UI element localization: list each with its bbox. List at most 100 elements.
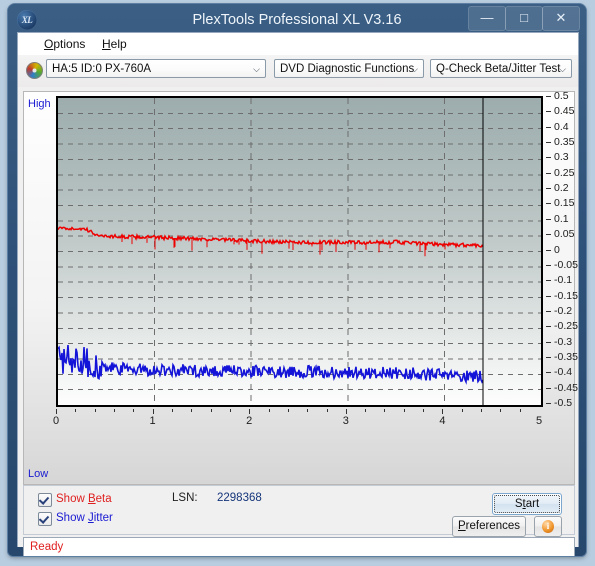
x-tick-mark [519,409,521,412]
y-tick-mark [546,111,551,113]
chevron-down-icon: ⌵ [253,64,260,74]
menu-bar: Options Help [18,33,578,56]
x-tick-label: 0 [52,415,60,427]
x-tick-mark [75,409,77,412]
x-tick-label: 3 [342,415,349,427]
y-tick-label: -0.45 [554,381,578,394]
y-tick-label: 0 [554,243,560,256]
x-axis: 0 1 2 3 4 5 [53,409,556,433]
application-window: XL PlexTools Professional XL V3.16 — □ ✕… [8,4,586,556]
x-tick-mark [114,409,115,412]
x-tick-label: 1 [149,415,156,427]
x-tick-mark [442,409,444,414]
x-tick-mark [133,409,135,412]
maximize-button[interactable]: □ [505,6,543,31]
show-beta-checkbox[interactable] [38,493,52,507]
y-tick-label: 0.15 [554,197,575,210]
y-tick-label: -0.1 [554,274,573,287]
start-button[interactable]: Start [492,493,562,515]
x-tick-mark [210,409,212,412]
y-tick-mark [546,203,551,205]
focus-ring [494,495,560,513]
y-tick-label: -0.4 [554,366,573,379]
y-tick-mark [546,310,551,312]
y-tick-label: 0.35 [554,136,575,149]
x-tick-label: 4 [439,415,446,427]
y-tick-label: -0.25 [554,320,578,333]
x-tick-mark [191,409,193,412]
test-select[interactable]: Q-Check Beta/Jitter Test ⌵ [430,59,572,78]
y-tick-label: -0.5 [554,397,573,409]
x-tick-mark [326,409,328,412]
y-tick-label: 0.2 [554,182,569,195]
y-tick-mark [546,372,551,374]
y-tick-mark [546,280,551,282]
y-tick-mark [546,218,551,220]
status-bar: Ready [23,537,575,556]
function-select[interactable]: DVD Diagnostic Functions ⌵ [274,59,424,78]
y-tick-mark [546,157,551,159]
x-tick-mark [268,409,270,412]
y-tick-label: -0.3 [554,335,573,348]
x-tick-mark [423,409,425,412]
y-tick-label: 0.45 [554,105,575,118]
x-tick-mark [287,409,289,412]
x-tick-mark [345,409,347,414]
x-tick-mark [461,409,463,412]
y-tick-label: 0.25 [554,166,575,179]
x-tick-mark [365,409,367,412]
y-tick-label: 0.3 [554,151,569,164]
chevron-down-icon: ⌵ [559,64,566,74]
y-tick-label: 0.1 [554,212,569,225]
y-tick-mark [546,295,551,297]
close-button[interactable]: ✕ [542,6,580,31]
y-tick-mark [546,341,551,343]
minimize-button[interactable]: — [468,6,506,31]
function-select-value: DVD Diagnostic Functions [280,63,415,75]
x-tick-mark [229,409,231,412]
menu-item-options[interactable]: Options [38,36,91,53]
preferences-button[interactable]: Preferences [452,516,526,537]
y-tick-mark [546,96,551,97]
y-tick-label: 0.4 [554,120,569,133]
x-tick-mark [249,409,251,414]
x-tick-mark [500,409,502,412]
x-tick-label: 5 [535,415,543,427]
status-text: Ready [30,541,64,553]
options-panel: Show Beta Show Jitter LSN: 2298368 Start… [23,485,575,537]
show-jitter-checkbox[interactable] [38,512,52,526]
y-tick-label: -0.35 [554,350,578,363]
client-area: Options Help HA:5 ID:0 PX-760A ⌵ DVD Dia… [17,32,579,556]
lsn-label: LSN: [172,492,198,504]
info-icon: i [542,520,554,533]
drive-select[interactable]: HA:5 ID:0 PX-760A ⌵ [46,59,266,78]
x-tick-label: 2 [246,415,253,427]
y-tick-mark [546,264,551,266]
y-tick-label: 0.5 [554,90,569,102]
menu-options-rest: ptions [53,37,86,51]
x-tick-mark [481,409,482,412]
y-tick-label: -0.05 [554,258,578,271]
x-tick-mark [94,409,96,412]
disc-icon [26,62,43,79]
selector-toolbar: HA:5 ID:0 PX-760A ⌵ DVD Diagnostic Funct… [18,55,578,87]
x-tick-mark [171,409,173,412]
lsn-value: 2298368 [217,492,262,504]
info-button[interactable]: i [534,516,562,537]
y-tick-mark [546,326,551,328]
plot-svg [58,98,541,405]
chart-panel: High Low 0.5 0.45 0.4 0.35 0.3 0.25 0.2 0.15 0.1… [23,91,578,485]
x-tick-mark [152,409,154,414]
test-select-value: Q-Check Beta/Jitter Test [436,63,561,75]
x-tick-mark [403,409,405,412]
axis-label-low: Low [28,468,49,480]
menu-item-help[interactable]: Help [96,36,133,53]
show-beta-label: Show Beta [56,493,112,505]
y-axis: 0.5 0.45 0.4 0.35 0.3 0.25 0.2 0.15 0.1 0.05 0 -0.0… [546,90,586,409]
preferences-button-label: Preferences [457,520,520,532]
y-tick-mark [546,387,551,389]
drive-select-value: HA:5 ID:0 PX-760A [52,63,152,75]
y-tick-mark [546,249,551,251]
y-tick-mark [546,403,551,404]
plot-area[interactable] [56,96,543,407]
